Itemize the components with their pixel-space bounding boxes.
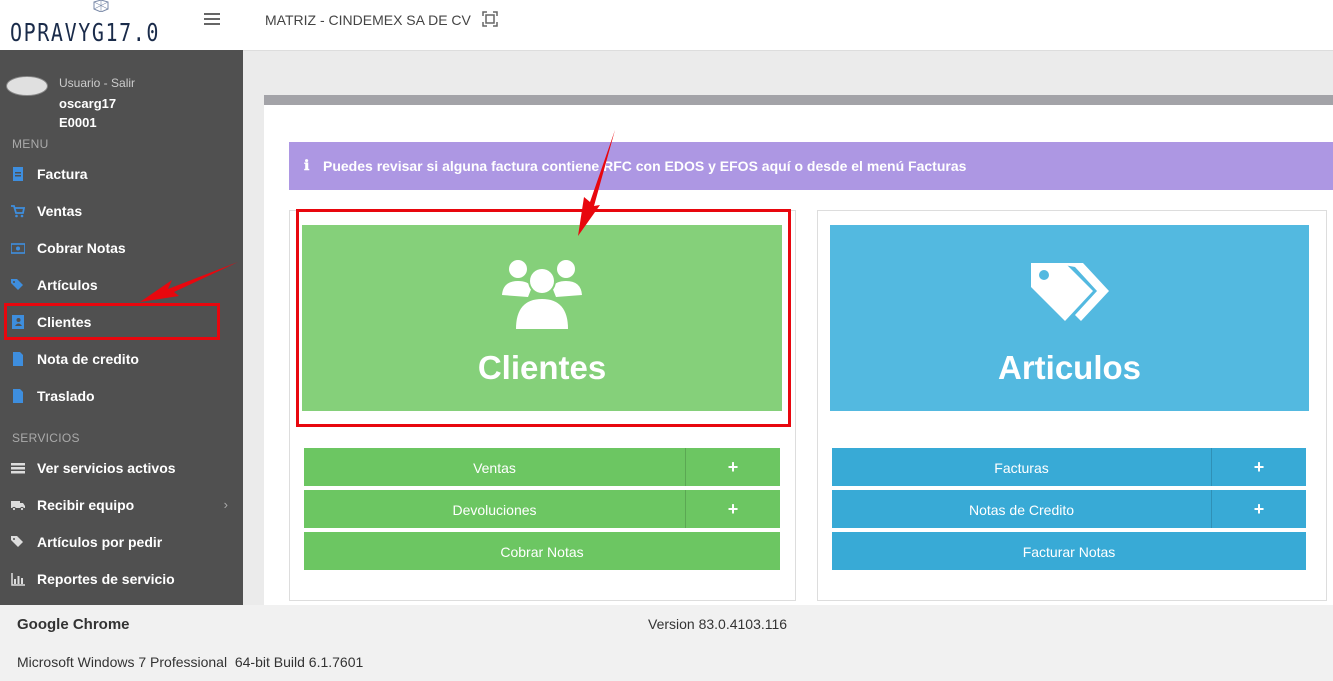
sidebar-item-ver-servicios-activos[interactable]: Ver servicios activos [0,452,243,484]
sidebar-item-label: Artículos por pedir [37,534,163,550]
browser-name: Google Chrome [17,616,130,633]
button-label: Devoluciones [452,502,537,518]
sidebar-item-articulos[interactable]: Artículos [0,269,243,301]
app-logo[interactable]: OPRAVYG17.0 [0,0,243,50]
info-icon: ℹ [304,157,310,173]
button-label: Ventas [473,460,516,476]
button-label: Cobrar Notas [500,544,584,560]
sidebar-item-label: Nota de credito [37,351,139,367]
sidebar-item-label: Ventas [37,203,83,219]
top-bar: OPRAVYG17.0 MATRIZ - CINDEMEX SA DE CV [0,0,1333,51]
logo-text: OPRAVYG17.0 [10,18,161,47]
tags-icon [11,536,23,547]
sidebar-item-label: Cobrar Notas [37,240,126,256]
articulos-card: Articulos Facturas + Notas de Credito + … [817,210,1327,601]
sidebar-item-label: Recibir equipo [37,497,135,513]
sidebar-item-label: Factura [37,166,88,182]
sidebar-item-nota-de-credito[interactable]: Nota de credito [0,343,243,375]
invoice-icon [13,167,23,181]
add-facturas-button[interactable]: + [1211,448,1306,486]
sidebar-item-factura[interactable]: Factura [0,158,243,190]
annotation-highlight-box [4,303,220,340]
button-label: Facturas [994,460,1049,476]
services-section-label: SERVICIOS [12,431,80,445]
company-name: MATRIZ - CINDEMEX SA DE CV [265,12,471,28]
info-alert: ℹ Puedes revisar si alguna factura conti… [289,142,1333,190]
annotation-highlight-box [296,209,791,427]
tile-title: Articulos [997,349,1142,386]
button-label: Notas de Credito [968,502,1075,518]
money-icon [11,243,25,254]
menu-section-label: MENU [12,137,49,151]
sidebar-item-cobrar-notas[interactable]: Cobrar Notas [0,232,243,264]
chevron-right-icon: › [223,497,228,512]
sidebar-item-reportes-de-servicio[interactable]: Reportes de servicio [0,563,243,595]
sidebar-item-label: Reportes de servicio [37,571,175,587]
ventas-button[interactable]: Ventas + [304,448,780,486]
os-info: Microsoft Windows 7 Professional 64-bit … [17,654,364,670]
user-name: oscarg17 [59,96,117,111]
document-icon [13,352,23,366]
sidebar-item-recibir-equipo[interactable]: Recibir equipo › [0,489,243,521]
sidebar-item-label: Ver servicios activos [37,460,176,476]
fullscreen-icon[interactable] [482,11,498,27]
truck-icon [11,501,25,512]
add-devoluciones-button[interactable]: + [685,490,780,528]
sidebar-item-label: Artículos [37,277,98,293]
sidebar-item-articulos-por-pedir[interactable]: Artículos por pedir [0,526,243,558]
facturar-notas-button[interactable]: Facturar Notas [832,532,1306,570]
user-code: E0001 [59,115,97,130]
tags-icon [11,279,23,290]
articulos-tile[interactable]: Articulos [830,225,1309,411]
logo-mark-icon [93,0,109,12]
avatar [6,76,48,96]
notas-de-credito-button[interactable]: Notas de Credito + [832,490,1306,528]
bar-chart-icon [11,573,25,586]
cobrar-notas-button[interactable]: Cobrar Notas [304,532,780,570]
hamburger-menu-icon[interactable] [204,13,220,25]
button-label: Facturar Notas [1022,544,1116,560]
facturas-button[interactable]: Facturas + [832,448,1306,486]
sidebar-item-label: Traslado [37,388,95,404]
document-icon [13,389,23,403]
list-icon [11,463,25,474]
add-ventas-button[interactable]: + [685,448,780,486]
system-info-footer: Google Chrome Version 83.0.4103.116 Micr… [0,605,1333,681]
alert-text: Puedes revisar si alguna factura contien… [323,158,967,174]
add-notas-de-credito-button[interactable]: + [1211,490,1306,528]
tags-icon [1030,263,1109,321]
sidebar-item-traslado[interactable]: Traslado [0,380,243,412]
sidebar-item-ventas[interactable]: Ventas [0,195,243,227]
cart-icon [11,205,25,218]
browser-version: Version 83.0.4103.116 [648,616,788,632]
devoluciones-button[interactable]: Devoluciones + [304,490,780,528]
user-logout-link[interactable]: Usuario - Salir [59,76,135,90]
